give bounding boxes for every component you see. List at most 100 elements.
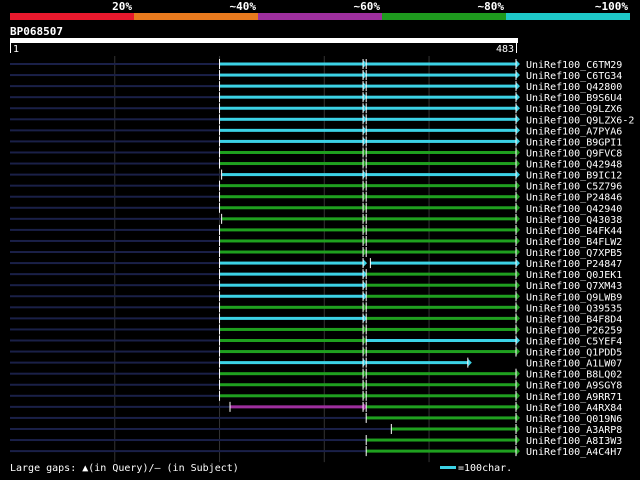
hit-row[interactable]: UniRef100_A9RR71 — [10, 390, 622, 403]
hit-row[interactable]: UniRef100_Q9LZX6-2 — [10, 114, 634, 126]
hit-name[interactable]: UniRef100_B9S6U4 — [526, 93, 622, 104]
hit-name[interactable]: UniRef100_Q9LZX6-2 — [526, 115, 634, 126]
hit-row[interactable]: UniRef100_A7PYA6 — [10, 125, 622, 137]
hit-name[interactable]: UniRef100_A8I3W3 — [526, 436, 622, 447]
segment-start-tick — [365, 59, 367, 69]
hit-aligned-segment — [366, 405, 516, 409]
hit-row[interactable]: UniRef100_Q9LWB9 — [10, 291, 622, 303]
hit-row[interactable]: UniRef100_B9GPI1 — [10, 136, 622, 148]
hit-name[interactable]: UniRef100_Q43038 — [526, 215, 622, 226]
hit-name[interactable]: UniRef100_Q42948 — [526, 160, 622, 171]
hit-row[interactable]: UniRef100_A3ARP8 — [10, 423, 622, 436]
hit-name[interactable]: UniRef100_C6TG34 — [526, 71, 622, 82]
segment-end-arrow-icon — [516, 225, 520, 234]
hit-row[interactable]: UniRef100_Q7XPB5 — [10, 247, 622, 259]
hit-row[interactable]: UniRef100_B8LQ02 — [10, 368, 622, 381]
hit-name[interactable]: UniRef100_Q7XPB5 — [526, 248, 622, 259]
hit-name[interactable]: UniRef100_C5Z796 — [526, 182, 622, 193]
hit-row[interactable]: UniRef100_Q42800 — [10, 81, 622, 93]
hit-row[interactable]: UniRef100_B4FK44 — [10, 224, 622, 237]
hit-row[interactable]: UniRef100_Q9FVC8 — [10, 147, 622, 159]
hit-row[interactable]: UniRef100_Q7XM43 — [10, 280, 622, 292]
hit-name[interactable]: UniRef100_B9GPI1 — [526, 137, 622, 148]
hit-name[interactable]: UniRef100_P24846 — [526, 193, 622, 204]
query-bar — [10, 38, 518, 43]
hit-row[interactable]: UniRef100_C5YEF4 — [10, 335, 622, 348]
hit-name[interactable]: UniRef100_B4FLW2 — [526, 237, 622, 248]
segment-end-arrow-icon — [516, 203, 520, 212]
query-id: BP068507 — [10, 25, 63, 38]
hit-unaligned-segment — [10, 394, 220, 397]
hit-row[interactable]: UniRef100_A1LW07 — [10, 357, 622, 370]
legend-label-1: 20% — [112, 0, 132, 13]
hit-row[interactable]: UniRef100_Q42948 — [10, 158, 622, 171]
hit-name[interactable]: UniRef100_A9RR71 — [526, 392, 622, 403]
segment-start-tick — [365, 379, 367, 390]
hit-name[interactable]: UniRef100_A4C4H7 — [526, 447, 622, 458]
segment-start-tick — [365, 224, 367, 235]
legend-swatch-2 — [134, 13, 258, 20]
hit-row[interactable]: UniRef100_B9IC12 — [10, 169, 622, 182]
hit-row[interactable]: UniRef100_P26259 — [10, 324, 622, 336]
hit-name[interactable]: UniRef100_P26259 — [526, 325, 622, 336]
hit-row[interactable]: UniRef100_C5Z796 — [10, 180, 622, 193]
hit-name[interactable]: UniRef100_B4F8D4 — [526, 314, 622, 325]
hit-name[interactable]: UniRef100_C6TM29 — [526, 60, 622, 71]
hit-row[interactable]: UniRef100_Q0JEK1 — [10, 269, 622, 281]
hit-row[interactable]: UniRef100_B4FLW2 — [10, 235, 622, 248]
hit-name[interactable]: UniRef100_Q42800 — [526, 82, 622, 93]
hit-name[interactable]: UniRef100_Q39535 — [526, 303, 622, 314]
hit-name[interactable]: UniRef100_Q0JEK1 — [526, 270, 622, 281]
hit-row[interactable]: UniRef100_Q42940 — [10, 202, 622, 215]
hit-aligned-segment — [366, 128, 516, 132]
hit-name[interactable]: UniRef100_Q42940 — [526, 204, 622, 215]
hit-row[interactable]: UniRef100_Q39535 — [10, 302, 622, 314]
hit-row[interactable]: UniRef100_B9S6U4 — [10, 92, 622, 104]
hit-row[interactable]: UniRef100_C6TM29 — [10, 59, 622, 71]
hit-name[interactable]: UniRef100_A9SGY8 — [526, 381, 622, 392]
segment-end-arrow-icon — [516, 270, 520, 279]
segment-end-tick — [515, 125, 517, 136]
legend-label-2: ~40% — [230, 0, 257, 13]
hit-row[interactable]: UniRef100_Q43038 — [10, 213, 622, 226]
segment-end-arrow-icon — [516, 391, 520, 400]
hit-name[interactable]: UniRef100_P24847 — [526, 259, 622, 270]
hit-unaligned-segment — [10, 317, 220, 320]
hit-name[interactable]: UniRef100_B9IC12 — [526, 171, 622, 182]
hit-aligned-segment — [366, 150, 516, 154]
hit-name[interactable]: UniRef100_Q019N6 — [526, 414, 622, 425]
hit-aligned-segment — [219, 305, 364, 309]
hit-row[interactable]: UniRef100_Q9LZX6 — [10, 103, 622, 115]
hit-name[interactable]: UniRef100_A3ARP8 — [526, 425, 622, 436]
hit-name[interactable]: UniRef100_A4RX84 — [526, 403, 622, 414]
hit-row[interactable]: UniRef100_A4C4H7 — [10, 446, 622, 458]
segment-end-tick — [362, 313, 364, 324]
hit-row[interactable]: UniRef100_A4RX84 — [10, 401, 622, 414]
hit-row[interactable]: UniRef100_Q1PDD5 — [10, 346, 622, 359]
segment-start-tick — [221, 213, 223, 224]
segment-end-tick — [515, 324, 517, 335]
hit-name[interactable]: UniRef100_A1LW07 — [526, 359, 622, 370]
segment-start-tick — [219, 379, 221, 390]
hit-name[interactable]: UniRef100_Q9LZX6 — [526, 104, 622, 115]
hit-row[interactable]: UniRef100_Q019N6 — [10, 412, 622, 425]
hit-row[interactable]: UniRef100_A9SGY8 — [10, 379, 622, 392]
hit-name[interactable]: UniRef100_Q9LWB9 — [526, 292, 622, 303]
segment-start-tick — [219, 269, 221, 280]
hit-name[interactable]: UniRef100_B4FK44 — [526, 226, 622, 237]
hit-name[interactable]: UniRef100_Q1PDD5 — [526, 348, 622, 359]
hit-name[interactable]: UniRef100_Q7XM43 — [526, 281, 622, 292]
hit-name[interactable]: UniRef100_C5YEF4 — [526, 337, 622, 348]
hit-row[interactable]: UniRef100_C6TG34 — [10, 70, 622, 82]
hit-name[interactable]: UniRef100_B8LQ02 — [526, 370, 622, 381]
hit-unaligned-segment — [10, 217, 222, 220]
hit-row[interactable]: UniRef100_B4F8D4 — [10, 313, 622, 325]
hit-name[interactable]: UniRef100_Q9FVC8 — [526, 148, 622, 159]
hit-row[interactable]: UniRef100_P24847 — [10, 258, 622, 270]
hit-aligned-segment — [366, 339, 516, 342]
hit-row[interactable]: UniRef100_A8I3W3 — [10, 435, 622, 447]
hit-unaligned-segment — [10, 173, 222, 176]
hit-row[interactable]: UniRef100_P24846 — [10, 191, 622, 204]
query-start-tick — [10, 43, 11, 53]
hit-name[interactable]: UniRef100_A7PYA6 — [526, 126, 622, 137]
